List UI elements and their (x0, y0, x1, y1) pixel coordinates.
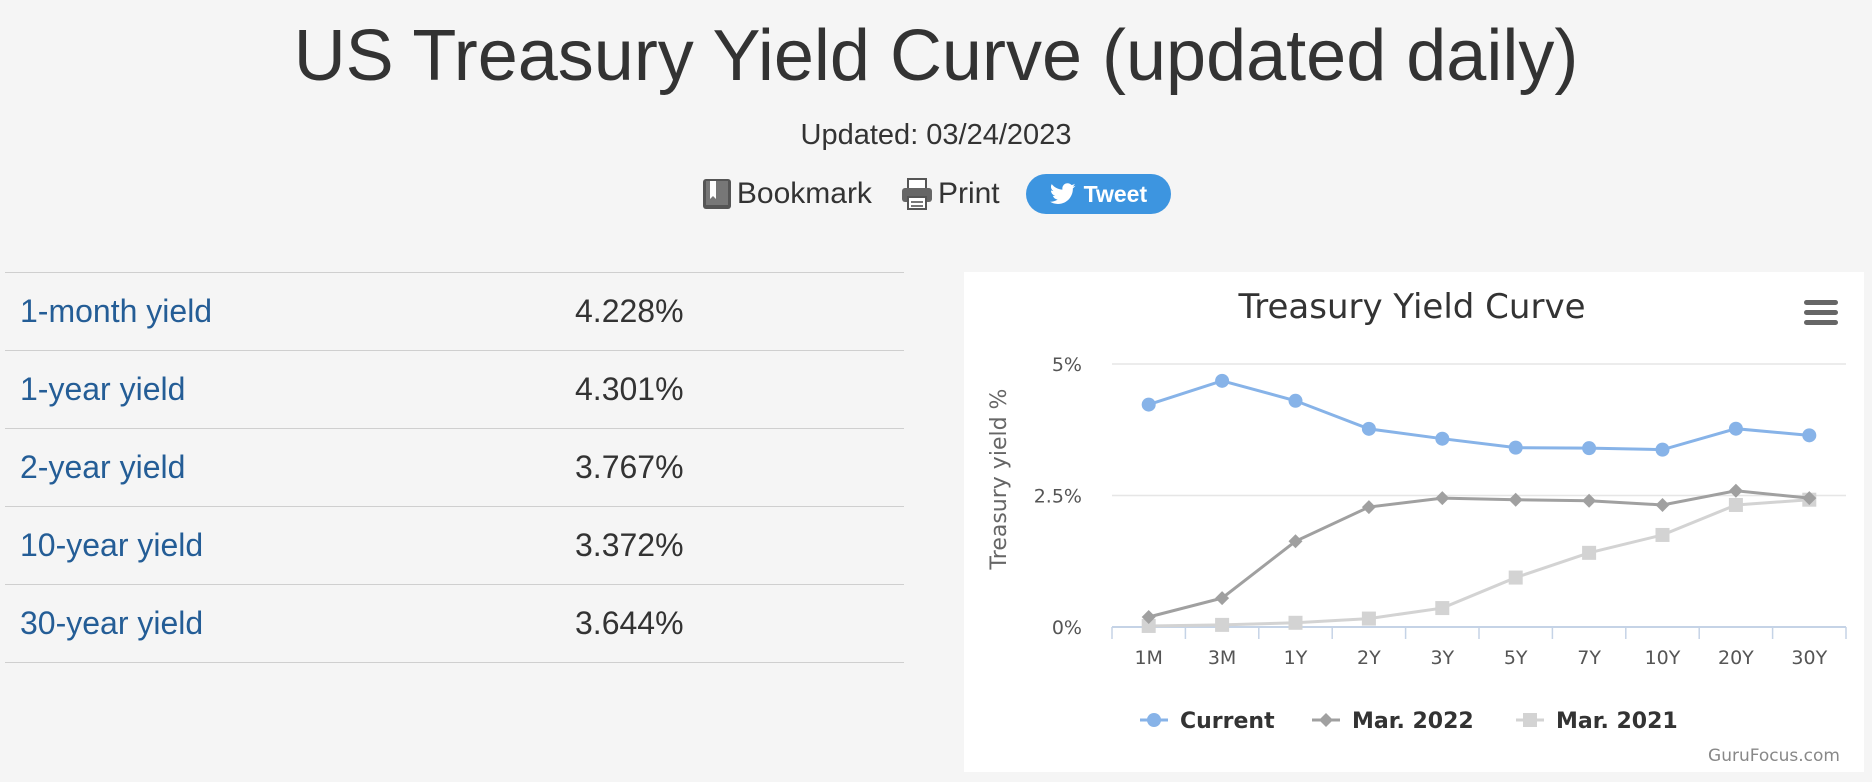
data-point (1508, 570, 1523, 585)
series-line (1148, 489, 1810, 619)
legend-label: Mar. 2022 (1352, 709, 1474, 734)
series-line (1148, 379, 1810, 452)
yield-label-link[interactable]: 1-month yield (5, 272, 575, 351)
legend-swatch-marker (1147, 713, 1161, 727)
data-point (1435, 491, 1450, 506)
yield-value: 3.372% (575, 506, 904, 585)
x-axis: 1M 3M 1Y 2Y 3Y 5Y 7Y 10Y 20Y 30Y (1111, 626, 1847, 669)
data-point (1215, 617, 1230, 632)
print-label: Print (937, 177, 1000, 210)
yield-label-link[interactable]: 2-year yield (5, 428, 575, 507)
data-point (1728, 421, 1743, 436)
yield-value: 4.228% (575, 272, 904, 351)
y-tick-label: 2.5% (1034, 486, 1082, 508)
yield-label-link[interactable]: 30-year yield (5, 584, 575, 663)
data-point (1435, 431, 1450, 446)
yield-value: 4.301% (575, 350, 904, 429)
x-tick-label: 20Y (1718, 647, 1754, 669)
x-tick-label: 3M (1208, 647, 1236, 669)
data-point (1655, 527, 1670, 542)
tweet-button[interactable]: Tweet (1025, 174, 1172, 214)
table-row: 1-year yield 4.301% (5, 350, 904, 429)
legend-label: Mar. 2021 (1556, 709, 1678, 734)
yield-label-link[interactable]: 10-year yield (5, 506, 575, 585)
data-point (1435, 601, 1450, 616)
legend-item[interactable]: Current (1140, 709, 1275, 734)
y-tick-label: 5% (1052, 354, 1082, 376)
page-title: US Treasury Yield Curve (updated daily) (293, 16, 1579, 96)
data-point (1802, 428, 1817, 443)
x-tick-label: 2Y (1357, 647, 1381, 669)
bookmark-icon (702, 179, 731, 209)
yield-value: 3.644% (575, 584, 904, 663)
data-point (1728, 497, 1743, 512)
data-point (1361, 500, 1376, 515)
x-tick-label: 10Y (1645, 647, 1681, 669)
yield-curve-chart: Treasury Yield Curve Treasury yield % 0%… (964, 272, 1864, 772)
data-point (1655, 442, 1670, 457)
legend-label: Current (1180, 709, 1275, 734)
data-point (1361, 611, 1376, 626)
x-tick-label: 1M (1134, 647, 1162, 669)
legend-item[interactable]: Mar. 2022 (1312, 709, 1474, 734)
legend-swatch-marker (1319, 713, 1333, 727)
printer-icon (901, 178, 932, 210)
x-tick-label: 3Y (1430, 647, 1454, 669)
yield-value: 3.767% (575, 428, 904, 507)
chart-credit: GuruFocus.com (1708, 746, 1840, 766)
yield-table: 1-month yield 4.228% 1-year yield 4.301%… (5, 272, 904, 663)
data-point (1141, 397, 1156, 412)
twitter-bird-icon (1049, 183, 1076, 204)
data-point (1215, 373, 1230, 388)
table-row: 1-month yield 4.228% (5, 272, 904, 351)
data-point (1655, 497, 1670, 512)
chart-svg: Treasury Yield Curve Treasury yield % 0%… (987, 287, 1847, 766)
table-row: 10-year yield 3.372% (5, 506, 904, 585)
y-axis-label: Treasury yield % (987, 389, 1012, 571)
data-point (1361, 421, 1376, 436)
series-current (1141, 373, 1817, 457)
table-row: 2-year yield 3.767% (5, 428, 904, 507)
legend-item[interactable]: Mar. 2021 (1516, 709, 1678, 734)
chart-title: Treasury Yield Curve (1238, 287, 1586, 327)
x-tick-label: 5Y (1504, 647, 1528, 669)
series-mar-2021 (1141, 492, 1817, 633)
hamburger-menu-icon[interactable] (1804, 298, 1838, 328)
updated-date: Updated: 03/24/2023 (800, 119, 1072, 151)
share-bar: Bookmark Print Tweet (0, 174, 1872, 214)
legend: Current Mar. 2022 Mar. 2021 (1140, 709, 1678, 734)
data-point (1582, 545, 1597, 560)
yield-label-link[interactable]: 1-year yield (5, 350, 575, 429)
x-tick-label: 30Y (1791, 647, 1827, 669)
tweet-label: Tweet (1083, 180, 1148, 207)
x-tick-label: 7Y (1577, 647, 1601, 669)
series-line (1148, 498, 1810, 628)
data-point (1288, 393, 1303, 408)
data-point (1508, 440, 1523, 455)
bookmark-button[interactable]: Bookmark (701, 177, 872, 211)
data-point (1288, 615, 1303, 630)
series-mar-2022 (1141, 483, 1817, 625)
bookmark-label: Bookmark (736, 177, 872, 210)
data-point (1582, 441, 1597, 456)
y-tick-label: 0% (1052, 617, 1082, 639)
x-tick-label: 1Y (1284, 647, 1308, 669)
series-layer (1141, 373, 1817, 633)
legend-swatch-marker (1523, 713, 1537, 727)
print-button[interactable]: Print (900, 177, 1000, 211)
table-row: 30-year yield 3.644% (5, 584, 904, 663)
